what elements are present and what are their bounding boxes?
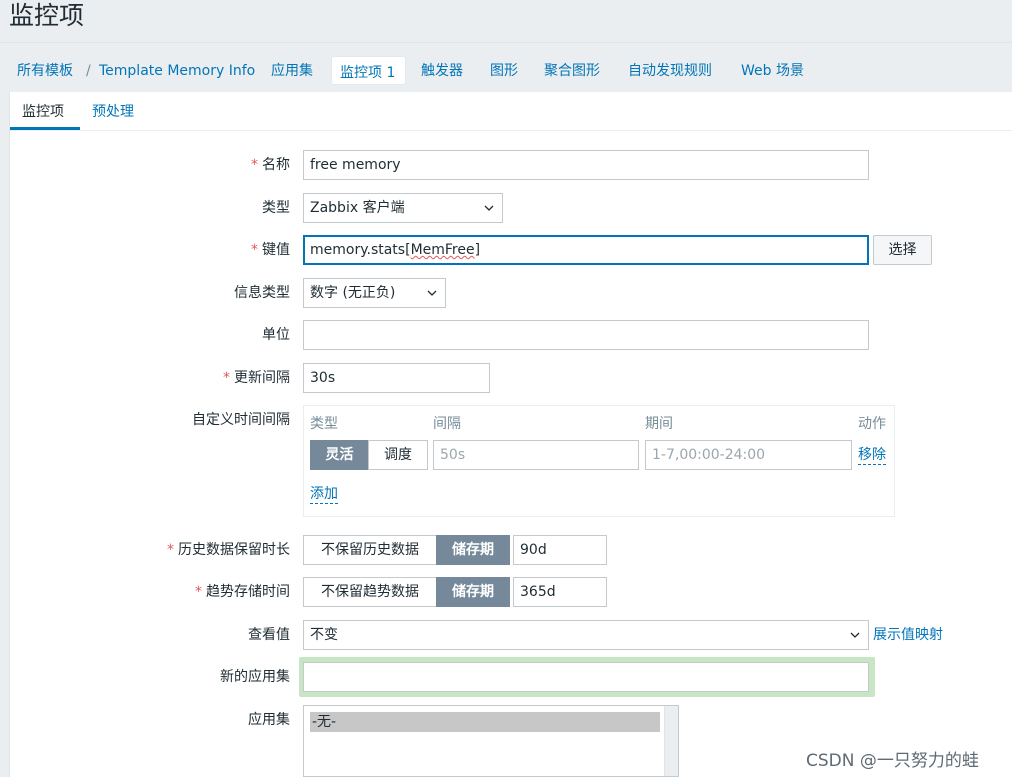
template-navbar: 所有模板 / Template Memory Info 应用集 监控项 1 触发… bbox=[0, 42, 1012, 92]
history-label: * 历史数据保留时长 bbox=[167, 542, 290, 558]
update-interval-input[interactable]: 30s bbox=[303, 363, 490, 393]
select-key-button[interactable]: 选择 bbox=[873, 235, 932, 265]
nav-template[interactable]: Template Memory Info bbox=[99, 62, 255, 80]
valuemap-label: 查看值 bbox=[248, 627, 290, 643]
nav-applications[interactable]: 应用集 bbox=[271, 62, 313, 80]
type-select-value: Zabbix 客户端 bbox=[310, 200, 405, 216]
trends-storage-toggle[interactable]: 储存期 bbox=[436, 577, 510, 607]
custom-intervals-label: 自定义时间间隔 bbox=[192, 412, 290, 428]
trends-no-keep-toggle[interactable]: 不保留趋势数据 bbox=[303, 577, 437, 607]
active-tab-indicator bbox=[10, 127, 80, 130]
units-label: 单位 bbox=[262, 327, 290, 343]
nav-items-active[interactable]: 监控项 1 bbox=[332, 57, 405, 84]
flexible-toggle[interactable]: 灵活 bbox=[310, 440, 369, 470]
info-type-label: 信息类型 bbox=[234, 285, 290, 301]
nav-screens[interactable]: 聚合图形 bbox=[544, 62, 600, 80]
show-valuemap-link[interactable]: 展示值映射 bbox=[873, 626, 943, 644]
info-type-select[interactable]: 数字 (无正负) bbox=[303, 278, 446, 308]
type-select[interactable]: Zabbix 客户端 bbox=[303, 193, 503, 223]
chevron-down-icon bbox=[850, 632, 860, 638]
applications-label: 应用集 bbox=[248, 712, 290, 728]
key-label: * 键值 bbox=[251, 242, 290, 258]
page-title: 监控项 bbox=[9, 1, 85, 30]
tabs-divider bbox=[10, 130, 1012, 131]
new-application-input[interactable] bbox=[303, 662, 869, 692]
nav-all-templates[interactable]: 所有模板 bbox=[17, 62, 73, 80]
valuemap-select[interactable]: 不变 bbox=[303, 620, 869, 650]
tab-item[interactable]: 监控项 bbox=[22, 103, 64, 121]
key-input[interactable]: memory.stats[MemFree] bbox=[303, 235, 869, 265]
name-input[interactable]: free memory bbox=[303, 150, 869, 180]
period-input[interactable]: 1-7,00:00-24:00 bbox=[645, 440, 852, 470]
name-label: * 名称 bbox=[251, 157, 290, 173]
applications-listbox[interactable]: -无- bbox=[303, 705, 679, 777]
scheduling-toggle[interactable]: 调度 bbox=[368, 440, 428, 470]
nav-items-label: 监控项 1 bbox=[340, 65, 396, 81]
watermark: CSDN @一只努力的蛙 bbox=[806, 751, 979, 771]
tab-preprocessing[interactable]: 预处理 bbox=[92, 103, 134, 121]
info-type-value: 数字 (无正负) bbox=[310, 285, 396, 301]
valuemap-value: 不变 bbox=[310, 627, 338, 643]
breadcrumb-separator: / bbox=[86, 63, 91, 79]
spellcheck-word: MemFree bbox=[410, 242, 475, 258]
list-item[interactable]: -无- bbox=[310, 712, 660, 732]
history-no-keep-toggle[interactable]: 不保留历史数据 bbox=[303, 535, 437, 565]
type-label: 类型 bbox=[262, 200, 290, 216]
history-storage-toggle[interactable]: 储存期 bbox=[436, 535, 510, 565]
scrollbar[interactable] bbox=[664, 706, 678, 776]
trends-label: * 趋势存储时间 bbox=[195, 584, 290, 600]
new-application-label: 新的应用集 bbox=[220, 669, 290, 685]
header-action: 动作 bbox=[858, 416, 886, 432]
chevron-down-icon bbox=[484, 205, 494, 211]
trends-input[interactable]: 365d bbox=[513, 577, 607, 607]
interval-input[interactable]: 50s bbox=[433, 440, 639, 470]
nav-web[interactable]: Web 场景 bbox=[741, 62, 804, 80]
add-interval-link[interactable]: 添加 bbox=[310, 485, 338, 504]
header-period: 期间 bbox=[645, 416, 673, 432]
header-interval: 间隔 bbox=[433, 416, 461, 432]
nav-discovery[interactable]: 自动发现规则 bbox=[628, 62, 712, 80]
update-interval-label: * 更新间隔 bbox=[223, 370, 290, 386]
nav-graphs[interactable]: 图形 bbox=[490, 62, 518, 80]
history-input[interactable]: 90d bbox=[513, 535, 607, 565]
remove-interval-link[interactable]: 移除 bbox=[858, 446, 886, 465]
nav-triggers[interactable]: 触发器 bbox=[421, 62, 463, 80]
header-type: 类型 bbox=[310, 416, 338, 432]
chevron-down-icon bbox=[427, 290, 437, 296]
required-mark: * bbox=[251, 157, 258, 173]
units-input[interactable] bbox=[303, 320, 869, 350]
